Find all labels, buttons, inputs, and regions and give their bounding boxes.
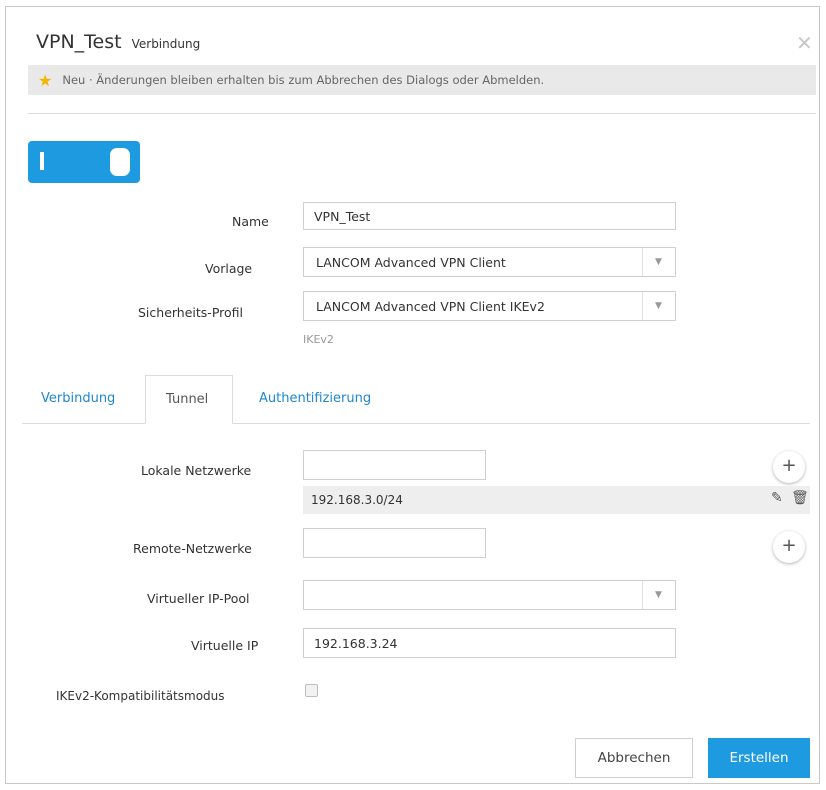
profil-arrow-box: ▼	[642, 292, 675, 320]
lokale-netzwerke-input[interactable]	[303, 450, 486, 480]
name-label: Name	[232, 214, 269, 229]
chevron-down-icon: ▼	[655, 590, 662, 600]
lokale-netzwerke-label: Lokale Netzwerke	[141, 463, 252, 478]
vorlage-value: LANCOM Advanced VPN Client	[316, 255, 506, 270]
ikev2-kompat-label: IKEv2-Kompatibilitätsmodus	[56, 689, 225, 703]
cancel-button[interactable]: Abbrechen	[575, 738, 693, 778]
profil-value: LANCOM Advanced VPN Client IKEv2	[316, 299, 545, 314]
trash-icon[interactable]: 🗑	[791, 490, 809, 506]
vorlage-select[interactable]: LANCOM Advanced VPN Client ▼	[303, 247, 676, 277]
dialog-title-text: VPN_Test	[36, 31, 122, 53]
add-remote-netzwerk-button[interactable]: +	[773, 531, 805, 563]
vorlage-label: Vorlage	[205, 261, 253, 276]
tab-authentifizierung[interactable]: Authentifizierung	[259, 391, 371, 406]
plus-icon: +	[781, 535, 797, 556]
active-toggle[interactable]	[28, 141, 140, 183]
plus-icon: +	[781, 455, 797, 476]
ikev2-kompat-checkbox[interactable]	[305, 684, 318, 697]
ip-pool-arrow-box: ▼	[642, 581, 675, 609]
lokales-netzwerk-row: 192.168.3.0/24 ✎ 🗑	[303, 486, 810, 514]
tab-tunnel-label: Tunnel	[166, 392, 209, 407]
ip-pool-label: Virtueller IP-Pool	[147, 591, 250, 606]
tabs-divider	[22, 423, 810, 424]
notice-text: Neu · Änderungen bleiben erhalten bis zu…	[62, 73, 545, 87]
toggle-knob	[110, 148, 130, 176]
toggle-on-indicator	[40, 152, 44, 170]
profil-label: Sicherheits-Profil	[138, 305, 243, 320]
ip-pool-select[interactable]: ▼	[303, 580, 676, 610]
add-lokales-netzwerk-button[interactable]: +	[773, 451, 805, 483]
lokales-netzwerk-value: 192.168.3.0/24	[311, 493, 403, 507]
virtuelle-ip-label: Virtuelle IP	[191, 638, 259, 653]
name-input[interactable]	[303, 202, 676, 230]
star-icon: ★	[38, 70, 53, 90]
remote-netzwerke-input[interactable]	[303, 528, 486, 558]
vorlage-arrow-box: ▼	[642, 248, 675, 276]
create-button[interactable]: Erstellen	[708, 738, 810, 778]
virtuelle-ip-input[interactable]	[303, 628, 676, 658]
dialog-subtitle: Verbindung	[131, 37, 201, 51]
chevron-down-icon: ▼	[655, 257, 662, 267]
tab-verbindung[interactable]: Verbindung	[41, 391, 115, 406]
divider	[28, 113, 816, 114]
close-icon[interactable]: ✕	[796, 31, 813, 55]
dialog-title: VPN_Test Verbindung	[36, 31, 200, 53]
chevron-down-icon: ▼	[655, 301, 662, 311]
dialog: VPN_Test Verbindung ✕ ★ Neu · Änderungen…	[5, 6, 820, 784]
tab-tunnel[interactable]: Tunnel	[145, 375, 233, 424]
profil-select[interactable]: LANCOM Advanced VPN Client IKEv2 ▼	[303, 291, 676, 321]
remote-netzwerke-label: Remote-Netzwerke	[133, 541, 252, 556]
notice-bar: ★ Neu · Änderungen bleiben erhalten bis …	[28, 65, 816, 95]
pencil-icon[interactable]: ✎	[771, 490, 783, 506]
profil-hint: IKEv2	[303, 333, 334, 346]
